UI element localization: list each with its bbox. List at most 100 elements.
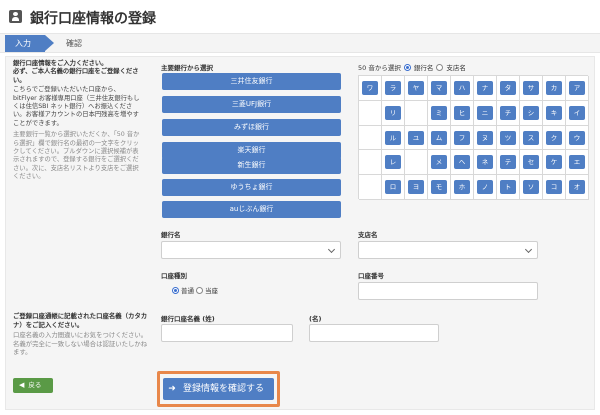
kana-button[interactable]: ア <box>569 81 585 95</box>
last-name-label: 銀行口座名義 (姓) <box>161 315 215 323</box>
kana-button[interactable]: ク <box>546 130 562 145</box>
kana-button[interactable]: メ <box>431 155 447 170</box>
bank-button-aujibun[interactable]: auじぶん銀行 <box>162 201 341 218</box>
kana-button[interactable]: ケ <box>546 155 562 170</box>
kana-button[interactable]: ヌ <box>477 130 493 145</box>
kana-button[interactable]: キ <box>546 105 562 120</box>
kana-grid: ワラヤマハナタサカアリ ミヒニチシキイルユムフヌツスクウレ メヘネテセケエロヨモホノ… <box>358 75 589 200</box>
confirm-highlight: ➜ 登録情報を確認する <box>157 371 280 407</box>
holder-note-bold: ご登録口座通帳に記載された口座名義（カタカナ）をご記入ください。 <box>13 312 148 329</box>
holder-note-small: 口座名義の入力間違いにお気をつけください。名義が完全に一致しない場合は認証いたし… <box>13 331 148 356</box>
kana-button[interactable]: ニ <box>477 105 493 120</box>
bank-button-mufg[interactable]: 三菱UFJ銀行 <box>162 96 341 113</box>
kana-cell: ミ <box>428 100 451 126</box>
step-indicator: 入力 確認 <box>0 33 600 53</box>
kana-cell: タ <box>497 76 520 101</box>
radio-account-normal-label: 普通 <box>181 287 194 295</box>
kana-button[interactable]: ソ <box>523 180 539 195</box>
kana-cell: オ <box>566 175 589 200</box>
page-title: 銀行口座情報の登録 <box>30 11 156 27</box>
kana-cell: ヘ <box>451 150 474 176</box>
major-banks-heading: 主要銀行から選択 <box>161 64 213 72</box>
kana-cell: テ <box>497 150 520 176</box>
kana-button[interactable]: モ <box>431 180 447 195</box>
kana-button[interactable]: ツ <box>500 130 516 145</box>
kana-button[interactable]: サ <box>523 81 539 95</box>
page-header: 銀行口座情報の登録 <box>0 0 600 32</box>
kana-cell: モ <box>428 175 451 200</box>
kana-cell: ニ <box>474 100 497 126</box>
radio-account-current[interactable] <box>196 286 203 294</box>
arrow-right-icon: ➜ <box>168 384 176 394</box>
kana-button[interactable]: セ <box>523 155 539 170</box>
kana-button[interactable]: ウ <box>569 130 585 145</box>
kana-button[interactable]: コ <box>546 180 562 195</box>
confirm-button[interactable]: ➜ 登録情報を確認する <box>163 378 274 400</box>
kana-button[interactable]: ノ <box>477 180 493 195</box>
bank-button-yucho[interactable]: ゆうちょ銀行 <box>162 179 341 196</box>
back-button[interactable]: ◀ 戻る <box>13 378 53 393</box>
kana-button[interactable]: ハ <box>454 81 470 95</box>
branch-name-select[interactable] <box>358 241 538 259</box>
kana-button[interactable]: マ <box>431 81 447 95</box>
kana-button[interactable]: レ <box>385 155 401 170</box>
kana-button[interactable]: チ <box>500 105 516 120</box>
kana-cell: ク <box>543 125 566 151</box>
step-confirm: 確認 <box>66 39 82 48</box>
kana-button[interactable]: ス <box>523 130 539 145</box>
kana-button[interactable]: タ <box>500 81 516 95</box>
kana-cell <box>359 100 382 126</box>
first-name-input[interactable] <box>309 324 439 342</box>
confirm-button-label: 登録情報を確認する <box>183 384 265 394</box>
kana-button[interactable]: テ <box>500 155 516 170</box>
kana-button[interactable]: カ <box>546 81 562 95</box>
kana-button[interactable]: ロ <box>385 180 401 195</box>
kana-cell: サ <box>520 76 543 101</box>
kana-cell: エ <box>566 150 589 176</box>
kana-button[interactable]: ヤ <box>408 81 424 95</box>
kana-button[interactable]: ヨ <box>408 180 424 195</box>
kana-button[interactable]: ヘ <box>454 155 470 170</box>
bank-button-smbc[interactable]: 三井住友銀行 <box>162 73 341 90</box>
kana-button[interactable]: シ <box>523 105 539 120</box>
kana-button[interactable]: エ <box>569 155 585 170</box>
kana-button[interactable]: ム <box>431 130 447 145</box>
kana-cell: シ <box>520 100 543 126</box>
kana-cell: ハ <box>451 76 474 101</box>
bank-name-select[interactable] <box>161 241 341 259</box>
radio-account-normal[interactable] <box>172 286 179 294</box>
kana-button[interactable]: フ <box>454 130 470 145</box>
kana-cell <box>359 125 382 151</box>
kana-button[interactable]: ワ <box>362 81 378 95</box>
kana-button[interactable]: リ <box>385 105 401 120</box>
kana-cell: コ <box>543 175 566 200</box>
radio-branch-name-label: 支店名 <box>446 64 466 72</box>
kana-button[interactable]: ル <box>385 130 401 145</box>
kana-button[interactable]: ユ <box>408 130 424 145</box>
kana-cell: レ <box>382 150 405 176</box>
kana-button[interactable]: ホ <box>454 180 470 195</box>
radio-bank-name[interactable] <box>403 63 411 71</box>
radio-bank-name-label: 銀行名 <box>413 64 434 72</box>
kana-cell: ヌ <box>474 125 497 151</box>
bank-button-shinsei[interactable]: 新生銀行 <box>162 157 341 174</box>
kana-button[interactable]: ナ <box>477 81 493 95</box>
last-name-input[interactable] <box>161 324 293 342</box>
kana-cell: ナ <box>474 76 497 101</box>
account-number-input[interactable] <box>358 282 538 300</box>
kana-button[interactable]: ラ <box>385 81 401 95</box>
kana-button[interactable]: オ <box>569 180 585 195</box>
kana-cell: ヒ <box>451 100 474 126</box>
kana-button[interactable]: ミ <box>431 105 447 120</box>
kana-button[interactable]: ト <box>500 180 516 195</box>
kana-button[interactable]: ヒ <box>454 105 470 120</box>
kana-button[interactable]: イ <box>569 105 585 120</box>
kana-cell: ト <box>497 175 520 200</box>
kana-cell: ソ <box>520 175 543 200</box>
kana-cell: マ <box>428 76 451 101</box>
kana-cell: イ <box>566 100 589 126</box>
kana-button[interactable]: ネ <box>477 155 493 170</box>
radio-branch-name[interactable] <box>436 63 444 71</box>
intro-small: 主要銀行一覧から選択いただくか、「50 音から選択」欄で銀行名の最初の一文字をク… <box>13 131 140 181</box>
bank-button-mizuho[interactable]: みずほ銀行 <box>162 119 341 136</box>
